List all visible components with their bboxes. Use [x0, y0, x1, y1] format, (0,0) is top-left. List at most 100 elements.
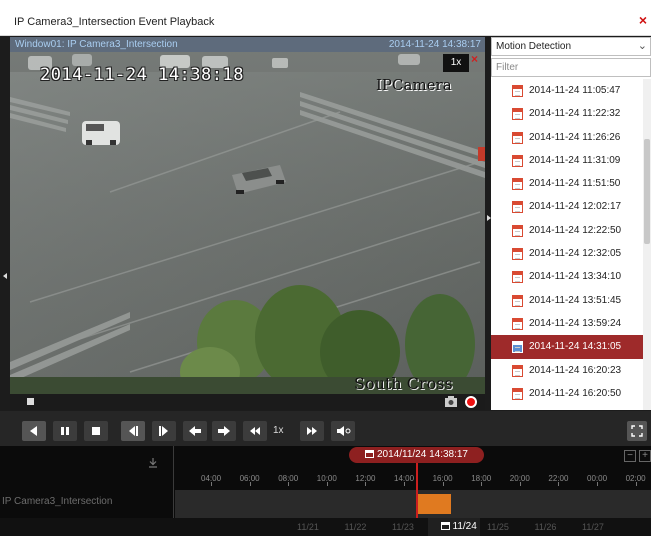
event-list-item[interactable]: 2014-11-24 11:05:47 [491, 79, 643, 102]
speed-label: 1x [273, 425, 284, 436]
zoom-in-button[interactable]: + [639, 450, 651, 462]
event-time: 2014-11-24 16:20:23 [529, 364, 622, 376]
forward-frame-icon [159, 426, 168, 436]
event-file-icon [512, 387, 523, 400]
event-type-select[interactable]: Motion Detection ⌄ [491, 37, 651, 56]
osd-camera-name: IPCamera [376, 76, 452, 94]
event-time: 2014-11-24 13:34:10 [529, 271, 622, 283]
osd-datetime: 2014-11-24 14:38:18 [40, 65, 244, 85]
playback-speed-badge: 1x [443, 54, 469, 72]
event-file-icon [512, 248, 523, 261]
timeline-date-bar: 11/21 11/22 11/23 11/24 11/25 11/26 11/27 [0, 518, 651, 536]
video-toolbar [10, 394, 485, 410]
event-type-value: Motion Detection [496, 41, 572, 52]
video-window-header: Window01: IP Camera3_Intersection 2014-1… [10, 37, 485, 52]
event-list-item[interactable]: 2014-11-24 11:31:09 [491, 149, 643, 172]
timeline-cursor-time[interactable]: 2014/11/24 14:38:17 [349, 447, 484, 463]
event-time: 2014-11-24 11:05:47 [529, 85, 621, 96]
close-video-icon[interactable]: × [471, 52, 483, 66]
event-list-item[interactable]: 2014-11-24 11:22:32 [491, 102, 643, 125]
date-label[interactable]: 11/26 [535, 522, 557, 532]
hour-tick-mark [211, 482, 212, 486]
hour-tick-mark [404, 482, 405, 486]
event-file-icon [512, 224, 523, 237]
event-file-icon [512, 364, 523, 377]
event-list-item[interactable]: 2014-11-24 12:22:50 [491, 219, 643, 242]
event-list-item[interactable]: 2014-11-24 12:02:17 [491, 195, 643, 218]
event-list-item[interactable]: 2014-11-24 16:20:50 [491, 382, 643, 405]
event-list-item[interactable]: 2014-11-24 12:32:05 [491, 242, 643, 265]
event-list-item[interactable]: 2014-11-24 11:26:26 [491, 126, 643, 149]
video-frame[interactable]: 2014-11-24 14:38:18 IPCamera South Cross… [10, 52, 485, 394]
fullscreen-button[interactable] [627, 421, 647, 441]
current-date-text: 11/24 [452, 521, 477, 532]
filter-input[interactable] [491, 58, 651, 77]
hour-tick-mark [558, 482, 560, 486]
event-list-item[interactable]: 2014-11-24 14:31:05 [491, 335, 643, 359]
record-icon[interactable] [465, 396, 477, 408]
hour-tick-mark [288, 482, 290, 486]
arrow-right-icon [218, 426, 230, 436]
event-list-item[interactable]: 2014-11-24 13:59:24 [491, 312, 643, 335]
hour-tick-mark [365, 482, 367, 486]
event-list-item[interactable]: 2014-11-24 16:33:26 [491, 405, 643, 410]
event-file-icon [512, 294, 523, 307]
next-segment-button[interactable] [212, 421, 236, 441]
event-list: 2014-11-24 11:05:47 2014-11-24 11:22:32 20… [491, 79, 643, 410]
timeline-track[interactable] [175, 490, 651, 518]
event-list-scrollbar[interactable] [643, 79, 651, 410]
zoom-out-button[interactable]: − [624, 450, 636, 462]
pause-button[interactable] [53, 421, 77, 441]
collapse-left-icon[interactable] [3, 273, 7, 279]
recording-segment[interactable] [417, 494, 451, 514]
date-label[interactable]: 11/21 [297, 522, 319, 532]
timeline-camera-name: IP Camera3_Intersection [2, 496, 113, 507]
event-time: 2014-11-24 12:32:05 [529, 248, 622, 260]
event-list-item[interactable]: 2014-11-24 13:51:45 [491, 289, 643, 312]
hour-tick-mark [519, 482, 521, 486]
timeline-cursor[interactable] [416, 463, 418, 518]
event-time: 2014-11-24 12:22:50 [529, 224, 622, 236]
forward-frame-button[interactable] [152, 421, 176, 441]
download-icon[interactable] [148, 458, 158, 468]
hour-tick-mark [597, 482, 598, 486]
audio-button[interactable] [331, 421, 355, 441]
event-list-item[interactable]: 2014-11-24 16:20:23 [491, 359, 643, 382]
close-icon[interactable]: × [639, 13, 647, 27]
timeline-cursor-time-text: 2014/11/24 14:38:17 [376, 449, 468, 460]
previous-button[interactable] [22, 421, 46, 441]
scrollbar-thumb[interactable] [644, 139, 650, 244]
hour-tick-mark [442, 482, 444, 486]
camera-scene-image [10, 52, 485, 394]
event-file-icon [512, 131, 523, 144]
date-label[interactable]: 11/22 [345, 522, 367, 532]
title-bar: IP Camera3_Intersection Event Playback × [0, 0, 651, 36]
slow-down-button[interactable] [243, 421, 267, 441]
event-time: 2014-11-24 11:22:32 [529, 108, 621, 120]
event-time: 2014-11-24 16:20:50 [529, 387, 622, 399]
calendar-icon [440, 522, 450, 530]
event-file-icon [512, 154, 523, 167]
stop-icon[interactable] [27, 398, 34, 405]
stop-button[interactable] [84, 421, 108, 441]
fullscreen-icon [631, 425, 643, 437]
event-time: 2014-11-24 12:02:17 [529, 201, 622, 213]
speed-up-button[interactable] [300, 421, 324, 441]
reverse-frame-button[interactable] [121, 421, 145, 441]
previous-segment-button[interactable] [183, 421, 207, 441]
date-label[interactable]: 11/27 [582, 522, 604, 532]
date-label[interactable]: 11/23 [392, 522, 414, 532]
rewind-icon [250, 427, 260, 435]
video-window-label: Window01: IP Camera3_Intersection [15, 39, 178, 50]
capture-icon[interactable] [444, 396, 458, 408]
hour-tick-mark [249, 482, 251, 486]
event-time: 2014-11-24 11:26:26 [529, 131, 621, 143]
event-list-item[interactable]: 2014-11-24 11:51:50 [491, 172, 643, 195]
current-date-label[interactable]: 11/24 [440, 521, 477, 532]
calendar-icon [364, 450, 374, 458]
timeline-label-column: IP Camera3_Intersection [0, 446, 174, 518]
event-list-item[interactable]: 2014-11-24 13:34:10 [491, 265, 643, 288]
chevron-down-icon: ⌄ [637, 40, 647, 52]
date-label[interactable]: 11/25 [487, 522, 509, 532]
video-window-timestamp: 2014-11-24 14:38:17 [388, 39, 481, 50]
